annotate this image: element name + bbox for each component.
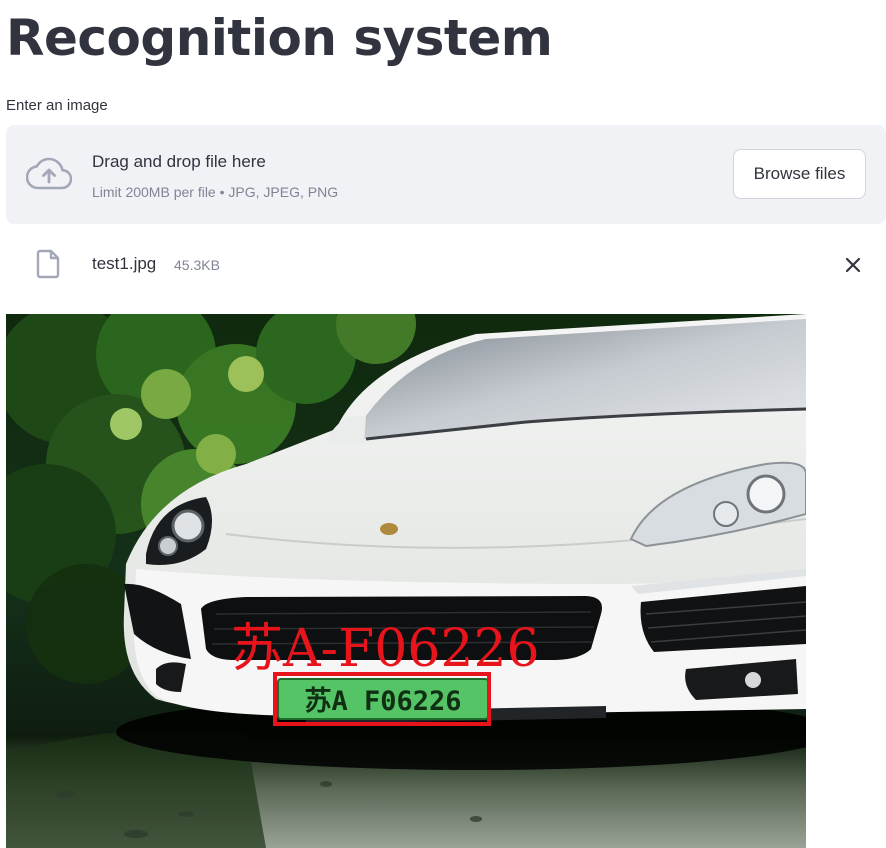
cloud-upload-icon — [26, 157, 72, 190]
browse-files-button[interactable]: Browse files — [733, 149, 866, 199]
detection-label: 苏A-F06226 — [231, 619, 540, 679]
file-icon — [36, 249, 60, 279]
license-plate-text: 苏A F06226 — [304, 686, 461, 717]
uploaded-file-size: 45.3KB — [174, 257, 220, 273]
uploaded-file-name: test1.jpg — [92, 254, 157, 273]
file-dropzone[interactable]: Drag and drop file here Limit 200MB per … — [6, 125, 886, 224]
close-icon — [845, 257, 861, 273]
uploaded-file-row: test1.jpg 45.3KB — [6, 240, 886, 288]
remove-file-button[interactable] — [840, 252, 866, 278]
dropzone-limit-text: Limit 200MB per file • JPG, JPEG, PNG — [92, 184, 339, 200]
result-image: 苏A F06226 苏A-F06226 — [6, 314, 806, 848]
uploader-label: Enter an image — [6, 97, 108, 114]
dropzone-title: Drag and drop file here — [92, 152, 266, 171]
page-title: Recognition system — [6, 9, 553, 67]
